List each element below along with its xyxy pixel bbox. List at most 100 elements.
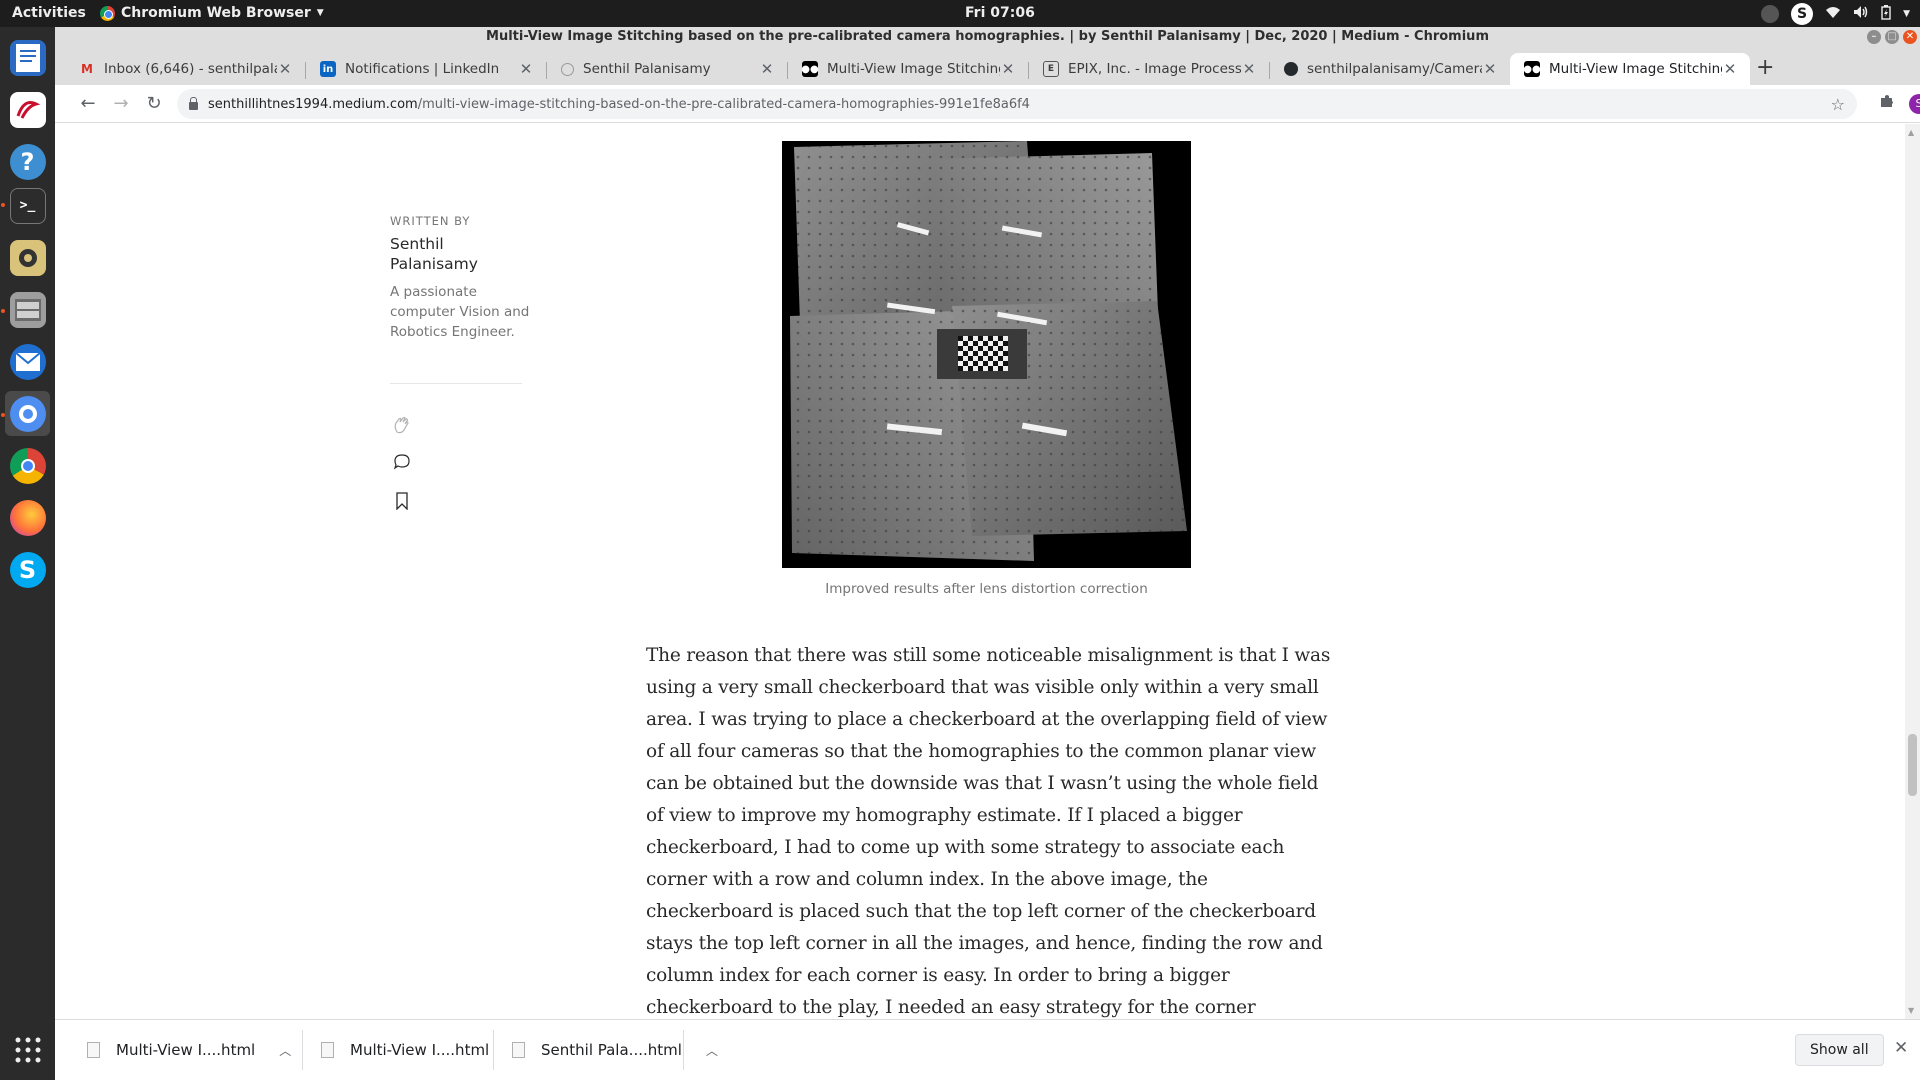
battery-icon[interactable] [1881, 4, 1891, 24]
download-separator [683, 1030, 684, 1070]
system-menu-chevron-icon[interactable]: ▼ [1903, 9, 1910, 19]
close-window-icon[interactable]: ✕ [1903, 30, 1917, 44]
scrollbar-thumb[interactable] [1908, 734, 1917, 796]
tab-label: Multi-View Image Stitching [1549, 61, 1722, 77]
libreoffice-writer-icon [9, 39, 46, 76]
ubuntu-dock: ? >_ S [0, 27, 55, 1080]
extensions-puzzle-icon[interactable] [1879, 93, 1895, 113]
show-all-downloads-button[interactable]: Show all [1795, 1034, 1884, 1066]
dock-terminal[interactable]: >_ [5, 183, 50, 228]
minimize-icon[interactable]: – [1867, 30, 1881, 44]
system-tray[interactable]: S ▼ [1761, 3, 1910, 25]
wifi-icon[interactable] [1825, 5, 1841, 23]
close-downloads-icon[interactable]: ✕ [1894, 1038, 1908, 1058]
window-title: Multi-View Image Stitching based on the … [486, 29, 1489, 44]
tab-strip: M Inbox (6,646) - senthilpalanisamy ✕ in… [55, 47, 1920, 85]
address-bar[interactable]: senthillihtnes1994.medium.com/multi-view… [177, 89, 1857, 119]
medium-icon: ●● [801, 61, 819, 77]
show-applications-button[interactable] [5, 1027, 50, 1072]
written-by-label: WRITTEN BY [390, 214, 471, 228]
download-item[interactable]: Multi-View I....html ︿ [87, 1032, 291, 1068]
clap-icon[interactable] [391, 414, 413, 436]
speaker-icon [9, 239, 46, 276]
terminal-icon: >_ [9, 187, 46, 224]
volume-icon[interactable] [1853, 5, 1869, 23]
maximize-icon[interactable]: □ [1885, 30, 1899, 44]
skype-tray-icon[interactable]: S [1791, 3, 1814, 25]
thunderbird-icon [9, 343, 46, 380]
close-tab-icon[interactable]: ✕ [1241, 60, 1257, 78]
chevron-up-icon[interactable]: ︿ [279, 1042, 291, 1059]
dock-chromium[interactable] [5, 391, 50, 436]
lock-icon[interactable] [189, 97, 198, 110]
author-name-link[interactable]: Senthil Palanisamy [390, 234, 500, 274]
globe-icon [561, 62, 574, 76]
tab-epix[interactable]: E EPIX, Inc. - Image Processing ✕ [1029, 53, 1269, 85]
close-tab-icon[interactable]: ✕ [1482, 60, 1498, 78]
tab-label: senthilpalanisamy/Camera [1307, 61, 1482, 77]
linkedin-icon: in [320, 61, 336, 77]
file-icon [87, 1042, 100, 1058]
dock-files[interactable] [5, 287, 50, 332]
new-tab-button[interactable]: + [1756, 55, 1774, 80]
scroll-up-arrow-icon[interactable]: ▲ [1908, 128, 1914, 137]
url-domain: senthillihtnes1994.medium.com [208, 96, 418, 112]
file-cabinet-icon [9, 291, 46, 328]
checkerboard [958, 336, 1008, 371]
download-filename: Senthil Pala....html [541, 1041, 682, 1059]
dock-chrome[interactable] [5, 443, 50, 488]
tab-senthil-site[interactable]: Senthil Palanisamy ✕ [547, 53, 787, 85]
dock-rhythmbox[interactable] [5, 235, 50, 280]
scroll-down-arrow-icon[interactable]: ▼ [1908, 1006, 1914, 1015]
close-tab-icon[interactable]: ✕ [759, 60, 775, 78]
download-filename: Multi-View I....html [350, 1041, 490, 1059]
page-scrollbar[interactable]: ▲ ▼ [1905, 124, 1920, 1019]
download-item[interactable]: Multi-View I....html ︿ [321, 1032, 525, 1068]
profile-avatar[interactable]: S [1909, 94, 1920, 114]
medium-icon: ●● [1523, 61, 1541, 77]
tab-github[interactable]: senthilpalanisamy/Camera ✕ [1270, 53, 1510, 85]
tab-linkedin[interactable]: in Notifications | LinkedIn ✕ [306, 53, 546, 85]
dock-help[interactable]: ? [5, 139, 50, 184]
figure-caption: Improved results after lens distortion c… [825, 581, 1148, 597]
dock-skype[interactable]: S [5, 547, 50, 592]
tab-medium-article[interactable]: ●● Multi-View Image Stitching ✕ [788, 53, 1028, 85]
epix-icon: E [1043, 61, 1059, 77]
page-viewport: WRITTEN BY Senthil Palanisamy A passiona… [55, 124, 1905, 1019]
tab-label: Senthil Palanisamy [583, 61, 711, 77]
reload-icon[interactable]: ↻ [143, 93, 165, 115]
clock[interactable]: Fri 07:06 [965, 5, 1035, 21]
close-tab-icon[interactable]: ✕ [518, 60, 534, 78]
tab-medium-article-active[interactable]: ●● Multi-View Image Stitching ✕ [1510, 53, 1750, 85]
forward-arrow-icon[interactable]: → [110, 93, 132, 115]
tab-gmail[interactable]: M Inbox (6,646) - senthilpalanisamy ✕ [65, 53, 305, 85]
bookmark-icon[interactable] [391, 490, 413, 512]
tab-label: Notifications | LinkedIn [345, 61, 500, 77]
close-tab-icon[interactable]: ✕ [1000, 60, 1016, 78]
close-tab-icon[interactable]: ✕ [277, 60, 293, 78]
chevron-up-icon[interactable]: ︿ [706, 1042, 718, 1059]
bookmark-star-icon[interactable]: ☆ [1831, 95, 1845, 114]
dock-firefox[interactable] [5, 495, 50, 540]
gmail-icon: M [81, 62, 93, 76]
download-item[interactable]: Senthil Pala....html ︿ [512, 1032, 718, 1068]
comment-icon[interactable] [391, 451, 413, 473]
app-menu-label: Chromium Web Browser [121, 5, 311, 21]
download-separator [302, 1030, 303, 1070]
github-icon [1284, 62, 1298, 76]
gnome-top-bar: Activities Chromium Web Browser ▼ Fri 07… [0, 0, 1920, 27]
dock-thunderbird[interactable] [5, 339, 50, 384]
activities-button[interactable]: Activities [12, 5, 86, 21]
vpn-globe-icon[interactable] [1761, 5, 1780, 23]
chromium-icon [9, 395, 46, 432]
firefox-icon [9, 499, 46, 536]
close-tab-icon[interactable]: ✕ [1722, 60, 1738, 78]
dock-evince[interactable] [5, 87, 50, 132]
download-filename: Multi-View I....html [116, 1041, 256, 1059]
window-titlebar[interactable]: Multi-View Image Stitching based on the … [55, 27, 1920, 47]
stitched-image[interactable] [782, 141, 1191, 568]
app-menu[interactable]: Chromium Web Browser ▼ [100, 5, 324, 21]
tab-label: EPIX, Inc. - Image Processing [1068, 61, 1241, 77]
dock-writer[interactable] [5, 35, 50, 80]
back-arrow-icon[interactable]: ← [77, 93, 99, 115]
